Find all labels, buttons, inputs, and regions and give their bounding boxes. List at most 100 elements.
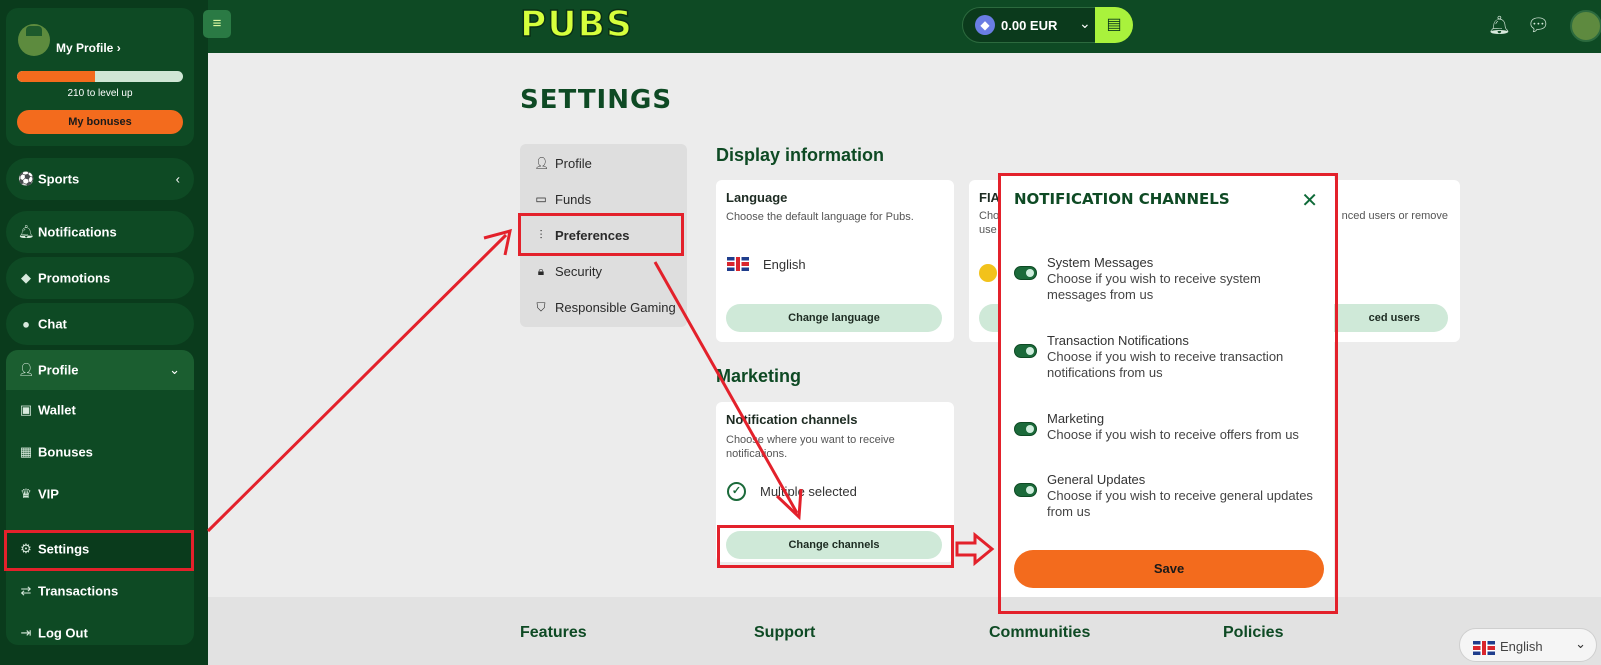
change-language-button[interactable]: Change language <box>726 304 942 332</box>
row-title: Marketing <box>1047 411 1105 426</box>
card-subtitle-line2: use <box>979 224 997 236</box>
chevron-down-icon: ⌄ <box>1575 636 1586 651</box>
row-description: Choose if you wish to receive general up… <box>1047 488 1313 519</box>
level-progress-fill <box>17 71 96 82</box>
row-description: Choose if you wish to receive offers fro… <box>1047 427 1299 442</box>
user-icon: 👤︎ <box>534 156 550 170</box>
notification-channels-modal: NOTIFICATION CHANNELS ✕ System Messages … <box>1001 176 1334 609</box>
sidebar-item-label: Notifications <box>38 224 117 240</box>
sidebar-item-label: Promotions <box>38 270 111 286</box>
sidebar-item-label: Profile <box>38 362 79 378</box>
sidebar-item-bonuses[interactable]: ▦ Bonuses <box>6 433 194 471</box>
my-bonuses-button[interactable]: My bonuses <box>17 110 183 134</box>
sidebar-item-label: Bonuses <box>38 444 93 460</box>
sidebar-item-chat[interactable]: ● Chat <box>6 303 194 345</box>
settings-nav-security[interactable]: 🔒︎ Security <box>520 256 687 286</box>
card-title: Language <box>726 190 788 205</box>
card-subtitle: Choose where you want to receive notific… <box>726 434 895 460</box>
chevron-left-icon: ‹ <box>175 171 180 187</box>
user-icon: 👤︎ <box>18 362 35 377</box>
channels-value: Multiple selected <box>760 484 857 499</box>
sidebar-item-label: Wallet <box>38 402 76 418</box>
top-bar <box>208 0 1601 53</box>
my-profile-link[interactable]: My Profile › <box>56 41 121 55</box>
transaction-notifications-toggle[interactable] <box>1014 344 1037 358</box>
footer-language-value: English <box>1500 639 1543 654</box>
uk-flag-icon <box>1473 641 1495 660</box>
card-subtitle-right: nced users or remove <box>1341 210 1448 222</box>
sidebar-item-label: Sports <box>38 171 80 187</box>
settings-nav-responsible-gaming[interactable]: ⛉ Responsible Gaming <box>520 292 687 322</box>
level-progress-bar <box>17 71 183 82</box>
menu-icon[interactable]: ≡ <box>203 10 231 38</box>
page-title: SETTINGS <box>520 85 673 115</box>
sidebar-item-vip[interactable]: ♛ VIP <box>6 475 194 513</box>
sports-icon: ⚽ <box>18 171 35 186</box>
settings-nav-preferences[interactable]: ⫶ Preferences <box>520 220 687 250</box>
sidebar-item-settings[interactable]: ⚙ Settings <box>6 530 194 568</box>
chat-icon[interactable]: 💬︎ <box>1527 14 1550 36</box>
bell-icon[interactable]: 🔔︎ <box>1488 14 1511 36</box>
change-channels-button[interactable]: Change channels <box>726 531 942 559</box>
general-updates-toggle[interactable] <box>1014 483 1037 497</box>
euro-coin-icon <box>979 264 997 282</box>
card-title: FIA <box>979 190 1000 205</box>
wallet-icon: ▤ <box>1106 16 1122 33</box>
footer: Features Support Communities Policies <box>208 597 1601 665</box>
sidebar: My Profile › 210 to level up My bonuses … <box>0 0 208 665</box>
balance-selector[interactable]: ◆ 0.00 EUR ⌄ ▤ <box>962 7 1133 43</box>
sidebar-item-logout[interactable]: ⇥ Log Out <box>6 614 194 652</box>
language-card: Language Choose the default language for… <box>716 180 954 342</box>
display-information-heading: Display information <box>716 145 885 165</box>
row-title: General Updates <box>1047 472 1146 487</box>
card-subtitle: Cho <box>979 210 1000 222</box>
system-messages-toggle[interactable] <box>1014 266 1037 280</box>
lock-icon: 🔒︎ <box>537 264 545 278</box>
card-subtitle: Choose the default language for Pubs. <box>726 211 914 223</box>
chat-icon: ● <box>22 316 30 332</box>
avatar[interactable] <box>1570 10 1601 42</box>
profile-card: My Profile › 210 to level up My bonuses <box>6 8 194 146</box>
sidebar-item-profile[interactable]: 👤︎ Profile ⌄ <box>6 350 194 390</box>
shield-icon: ⛉ <box>536 300 546 314</box>
sidebar-item-sports[interactable]: ⚽ Sports ‹ <box>6 158 194 200</box>
transactions-icon: ⇄ <box>20 583 32 598</box>
sidebar-item-label: Transactions <box>38 583 119 599</box>
wallet-button[interactable]: ▤ <box>1095 7 1133 43</box>
sidebar-item-label: Settings <box>38 541 90 557</box>
check-circle-icon: ✓ <box>727 482 746 501</box>
settings-nav-label: Profile <box>555 156 592 171</box>
level-text: 210 to level up <box>67 88 133 99</box>
wallet-icon: ▣ <box>19 402 33 417</box>
sidebar-item-notifications[interactable]: 🔔︎ Notifications <box>6 211 194 253</box>
chevron-down-icon: ⌄ <box>169 362 180 377</box>
row-title: Transaction Notifications <box>1047 333 1189 348</box>
sliders-icon: ⫶ <box>539 228 543 242</box>
footer-support[interactable]: Support <box>754 624 815 642</box>
settings-nav-label: Responsible Gaming <box>555 300 676 315</box>
avatar[interactable] <box>18 24 50 56</box>
sidebar-item-promotions[interactable]: ◆ Promotions <box>6 257 194 299</box>
sidebar-item-transactions[interactable]: ⇄ Transactions <box>6 572 194 610</box>
bell-icon: 🔔︎ <box>18 224 35 239</box>
ethereum-icon: ◆ <box>975 15 995 35</box>
gift-icon: ▦ <box>19 444 33 459</box>
settings-nav-profile[interactable]: 👤︎ Profile <box>520 148 687 178</box>
gear-icon: ⚙ <box>20 541 32 556</box>
money-icon: ▭ <box>535 192 547 206</box>
tag-icon: ◆ <box>21 270 31 285</box>
balance-amount: 0.00 EUR <box>1001 18 1058 33</box>
brand-logo[interactable]: PUBS <box>519 3 633 46</box>
footer-language-select[interactable]: English ⌄ <box>1459 628 1597 662</box>
footer-communities[interactable]: Communities <box>989 624 1090 642</box>
save-button[interactable]: Save <box>1014 550 1324 588</box>
language-value: English <box>763 257 806 272</box>
sidebar-item-label: VIP <box>38 486 59 502</box>
sidebar-item-wallet[interactable]: ▣ Wallet <box>6 391 194 429</box>
footer-policies[interactable]: Policies <box>1223 624 1283 642</box>
footer-features[interactable]: Features <box>520 624 587 642</box>
settings-nav-label: Security <box>555 264 602 279</box>
marketing-toggle[interactable] <box>1014 422 1037 436</box>
close-icon[interactable]: ✕ <box>1301 188 1318 213</box>
settings-nav-funds[interactable]: ▭ Funds <box>520 184 687 214</box>
